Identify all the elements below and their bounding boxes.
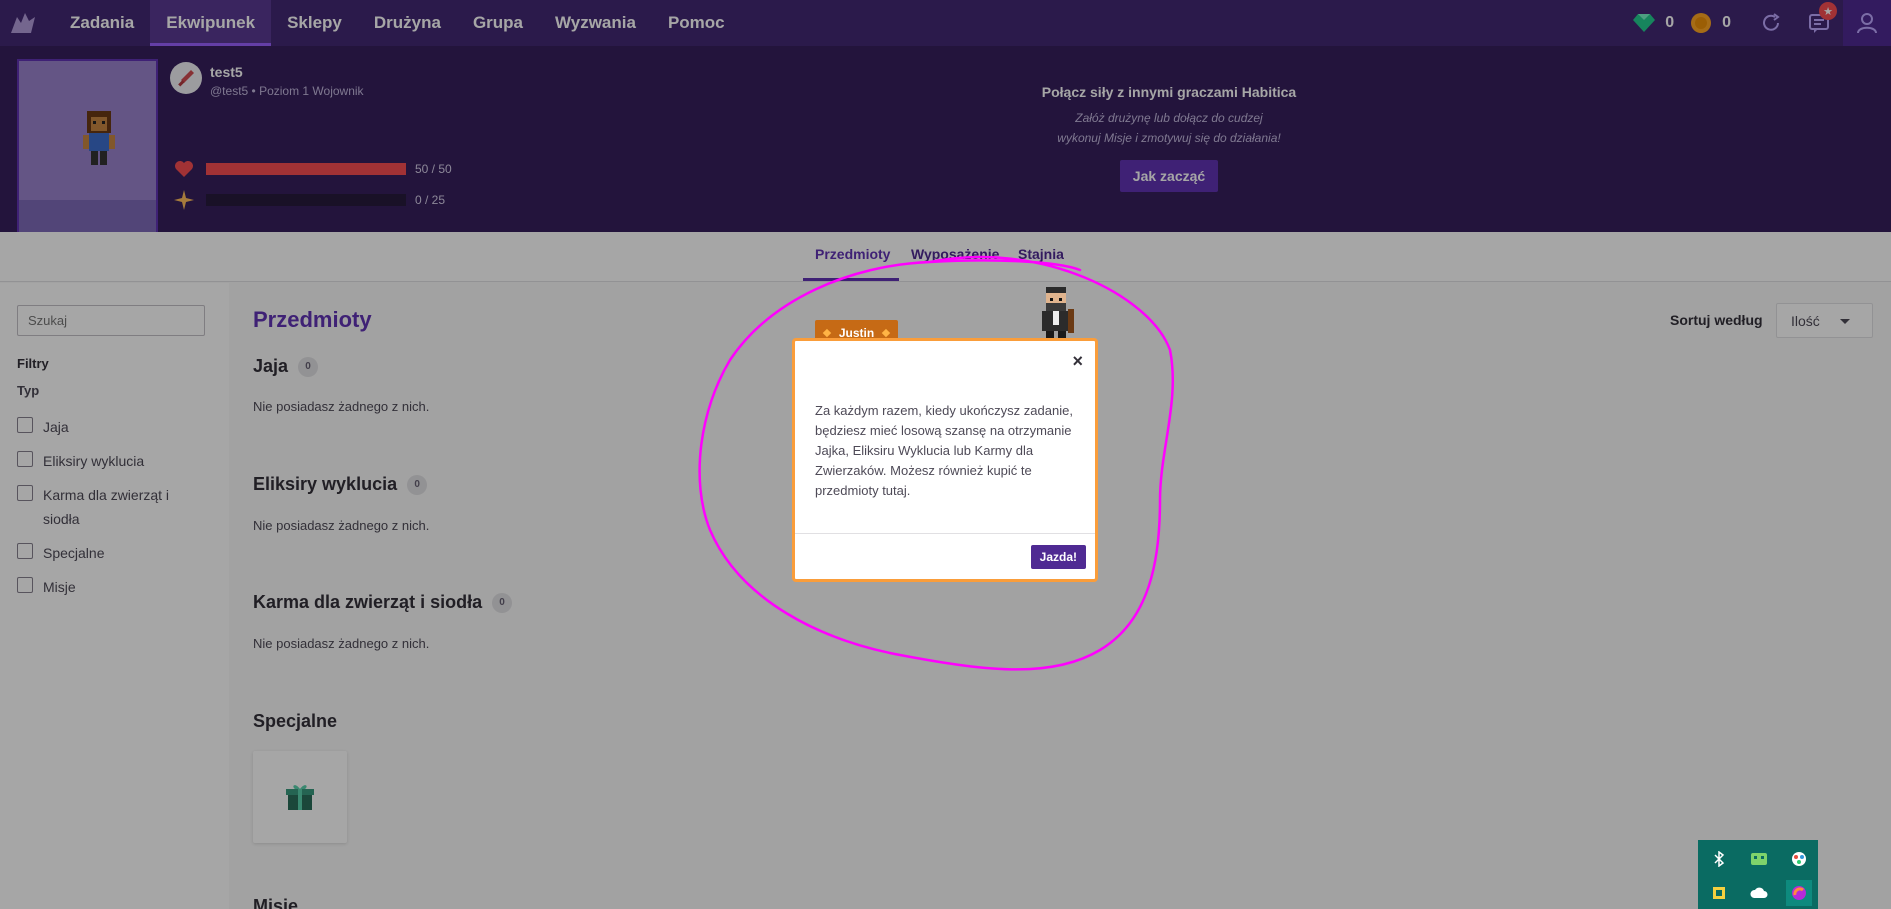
bluetooth-icon[interactable] <box>1708 848 1730 870</box>
tour-continue-button[interactable]: Jazda! <box>1030 545 1086 569</box>
tour-message: Za każdym razem, kiedy ukończysz zadanie… <box>815 403 1073 498</box>
divider <box>795 533 1095 534</box>
diamond-icon <box>822 328 832 338</box>
justin-npc-icon <box>1042 287 1074 339</box>
app-tray-icon[interactable] <box>1748 848 1770 870</box>
close-icon[interactable]: × <box>1072 351 1083 372</box>
browser-tray-icon[interactable] <box>1786 880 1812 906</box>
tour-popover: × Za każdym razem, kiedy ukończysz zadan… <box>792 338 1098 582</box>
diamond-icon <box>881 328 891 338</box>
security-app-icon[interactable] <box>1708 882 1730 904</box>
colorful-app-icon[interactable] <box>1788 848 1810 870</box>
cloud-sync-icon[interactable] <box>1748 882 1770 904</box>
system-tray-popup <box>1698 840 1818 909</box>
